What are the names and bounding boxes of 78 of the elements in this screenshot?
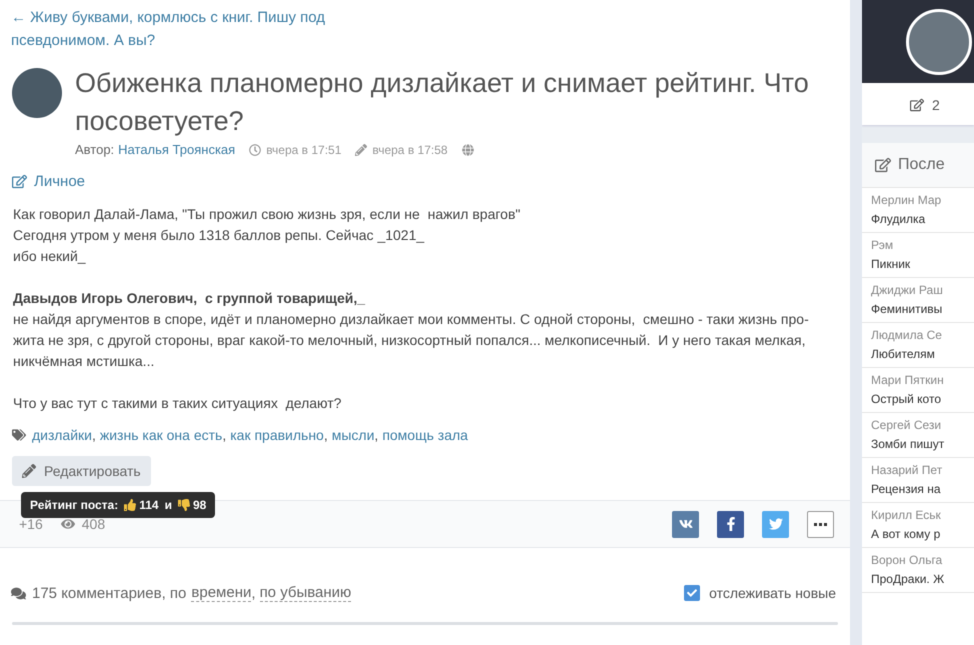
item-title-link[interactable]: Феминитивы [871, 302, 974, 316]
item-author: Мерлин Мар [871, 193, 942, 207]
comments-count: 175 комментариев, по [32, 584, 186, 602]
item-author: Людмила Се [871, 328, 943, 342]
avatar [12, 68, 62, 118]
body-text-line: Как говорил Далай-Лама, "Ты прожил свою жизнь зря, если не нажил врагов" [13, 205, 522, 224]
sort-link[interactable]: времени [191, 584, 252, 602]
panel-title: После [898, 156, 945, 174]
sort-link[interactable]: по убыванию [260, 584, 352, 602]
eye-icon [60, 517, 75, 531]
tag-link[interactable]: помощь зала [382, 427, 468, 443]
panel-icon [875, 157, 891, 173]
item-author: Назарий Пет [871, 463, 944, 477]
twitter-share-button[interactable] [762, 510, 789, 538]
vk-icon [678, 517, 692, 531]
item-author: Сергей Сези [871, 418, 942, 432]
item-title-link[interactable]: Рецензия на [871, 482, 974, 496]
likes-count: 114 [139, 498, 159, 512]
facebook-share-button[interactable] [717, 510, 744, 538]
tooltip-label: Рейтинг поста: [30, 498, 118, 512]
author-label: Автор: [75, 142, 114, 157]
tag-link[interactable]: дизлайки [32, 427, 92, 443]
item-author: Ворон Ольга [871, 553, 944, 567]
tag-separator: , [222, 427, 226, 443]
item-author: Рэм [871, 238, 894, 252]
pencil-icon [22, 464, 36, 478]
body-text-line: никчёмная мстишка... [13, 352, 156, 371]
body-text-line: Сегодня утром у меня было 1318 баллов репы. Сейчас _1021_ [13, 226, 426, 245]
item-title-link[interactable]: Любителям [871, 347, 974, 361]
track-checkbox[interactable] [684, 585, 700, 601]
edited-time: вчера в 17:58 [372, 142, 448, 156]
posts-count: 2 [932, 97, 940, 113]
back-link[interactable]: ← Живу буквами, кормлюсь с книг. Пишу под псевдонимом. А вы? [0, 0, 372, 52]
tag-separator: , [92, 427, 96, 443]
tag-separator: , [374, 427, 378, 443]
tag-link[interactable]: как правильно [230, 427, 324, 443]
item-author: Мари Пяткин [871, 373, 945, 387]
body-text-line: ибо некий_ [13, 247, 87, 266]
more-share-button[interactable] [807, 510, 834, 538]
edit-button[interactable]: Редактировать [12, 456, 151, 486]
pencil-icon [355, 144, 368, 156]
more-icon [814, 522, 827, 526]
tag-link[interactable]: жизнь как она есть [100, 427, 222, 443]
posts-icon [910, 98, 924, 112]
dislikes-count: 98 [192, 498, 206, 512]
body-text-line: Давыдов Игорь Олегович, с группой товарищей,_ [13, 289, 366, 308]
blog-icon [12, 174, 27, 189]
tag-link[interactable]: мысли [332, 427, 374, 443]
item-title-link[interactable]: Флудилка [871, 212, 974, 226]
views-count: 408 [82, 516, 106, 532]
track-label: отслеживать новые [709, 585, 836, 601]
blog-link[interactable]: Личное [12, 173, 86, 190]
tags-icon [12, 428, 26, 442]
globe-icon [462, 144, 474, 156]
created-time: вчера в 17:51 [266, 142, 342, 156]
twitter-icon [768, 517, 782, 531]
rating-score[interactable]: +16 [19, 516, 43, 532]
comments-icon [11, 586, 26, 600]
item-title-link[interactable]: Зомби пишут [871, 437, 974, 451]
item-title-link[interactable]: Острый кото [871, 392, 974, 406]
body-text-line: жита не зря, с другой стороны, враг какой-то мелочный, низкосортный попался... мелкописечный. И у него такая мелкая, [13, 331, 807, 350]
body-text-line: не найдя аргументов в споре, идёт и планомерно дизлайкает мои комменты. С одной стороны, смешно - таки жизнь про- [13, 310, 810, 329]
item-author: Джиджи Раш [871, 283, 944, 297]
item-title-link[interactable]: А вот кому р [871, 527, 974, 541]
item-author: Кирилл Еськ [871, 508, 942, 522]
sort-separator: , [251, 584, 256, 602]
author-link[interactable]: Наталья Троянская [118, 142, 236, 157]
tooltip-joiner: и [164, 498, 172, 512]
body-text-line: Что у вас тут с такими в таких ситуациях делают? [13, 394, 342, 413]
tag-separator: , [324, 427, 328, 443]
thumbs-down-icon [178, 499, 190, 511]
check-icon [687, 588, 698, 598]
item-title-link[interactable]: Пикник [871, 257, 974, 271]
thumbs-up-icon [124, 499, 136, 511]
vk-share-button[interactable] [672, 510, 699, 538]
post-title: Обиженка планомерно дизлайкает и снимает рейтинг. Что посоветуете? [75, 67, 810, 138]
item-title-link[interactable]: ПроДраки. Ж [871, 572, 974, 586]
clock-icon [249, 144, 262, 156]
